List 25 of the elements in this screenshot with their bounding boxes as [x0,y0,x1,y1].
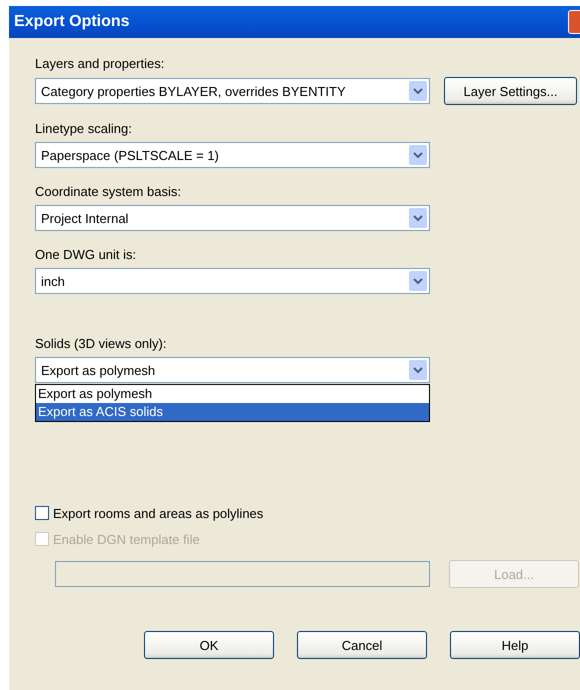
field-label: Linetype scaling: [35,121,133,137]
dropdown[interactable]: Paperspace (PSLTSCALE = 1) [35,142,430,168]
checkbox-label: Export rooms and areas as polylines [53,506,264,520]
chevron-icon[interactable] [409,271,427,291]
layer-settings-button[interactable]: Layer Settings... [444,77,577,105]
dropdown[interactable]: Category properties BYLAYER, overrides BYENTITY [35,78,430,104]
field-label: Solids (3D views only): [35,336,168,352]
window-title: Export Options [14,13,130,31]
chevron-icon[interactable] [409,145,427,165]
dropdown-option[interactable]: Export as polymesh [36,385,429,403]
dropdown[interactable]: Export as polymesh [35,357,430,383]
dialog-button[interactable]: Cancel [297,631,427,659]
field-label: Coordinate system basis: [35,184,182,200]
checkbox-label: Enable DGN template file [53,532,200,546]
chevron-icon[interactable] [409,360,427,380]
chevron-icon[interactable] [409,81,427,101]
field-label: Layers and properties: [35,56,166,72]
dropdown[interactable]: Project Internal [35,205,430,231]
dropdown[interactable]: inch [35,268,430,294]
dropdown-option[interactable]: Export as ACIS solids [36,403,429,421]
dialog-button[interactable]: Help [450,631,580,659]
chevron-icon[interactable] [409,208,427,228]
checkbox[interactable] [35,506,49,520]
dialog-button[interactable]: OK [144,631,274,659]
field-label: One DWG unit is: [35,247,138,263]
